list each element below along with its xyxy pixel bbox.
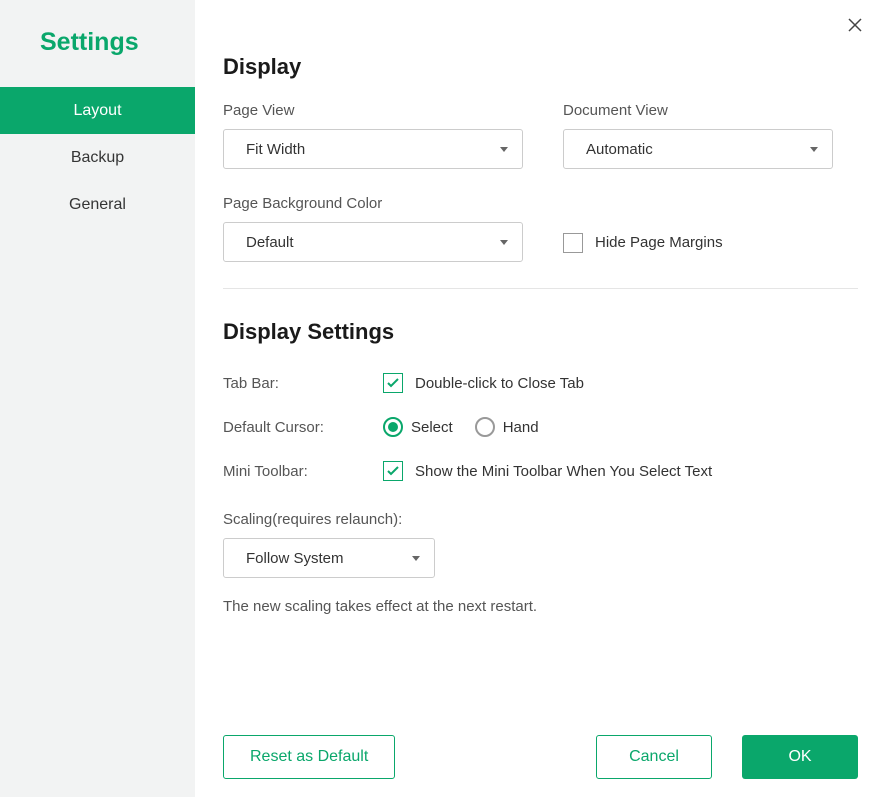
page-view-value: Fit Width: [246, 141, 305, 158]
divider: [223, 288, 858, 289]
sidebar-title: Settings: [0, 0, 195, 87]
sidebar-item-backup[interactable]: Backup: [0, 134, 195, 181]
sidebar-item-layout[interactable]: Layout: [0, 87, 195, 134]
scaling-label: Scaling(requires relaunch):: [223, 511, 858, 528]
chevron-down-icon: [500, 147, 508, 152]
mini-toolbar-label: Mini Toolbar:: [223, 463, 383, 480]
cancel-button[interactable]: Cancel: [596, 735, 712, 779]
chevron-down-icon: [500, 240, 508, 245]
sidebar-item-general[interactable]: General: [0, 181, 195, 228]
display-settings-heading: Display Settings: [223, 319, 858, 345]
scaling-select[interactable]: Follow System: [223, 538, 435, 578]
sidebar: Settings Layout Backup General: [0, 0, 195, 797]
chevron-down-icon: [412, 556, 420, 561]
reset-button[interactable]: Reset as Default: [223, 735, 395, 779]
chevron-down-icon: [810, 147, 818, 152]
document-view-label: Document View: [563, 102, 833, 119]
display-heading: Display: [223, 54, 858, 80]
ok-button[interactable]: OK: [742, 735, 858, 779]
hide-margins-label: Hide Page Margins: [595, 234, 723, 251]
cursor-select-radio[interactable]: [383, 417, 403, 437]
page-view-select[interactable]: Fit Width: [223, 129, 523, 169]
mini-toolbar-option: Show the Mini Toolbar When You Select Te…: [415, 463, 712, 480]
document-view-select[interactable]: Automatic: [563, 129, 833, 169]
bg-color-label: Page Background Color: [223, 195, 523, 212]
cursor-hand-label: Hand: [503, 419, 539, 436]
hide-margins-checkbox[interactable]: [563, 233, 583, 253]
default-cursor-label: Default Cursor:: [223, 419, 383, 436]
bg-color-value: Default: [246, 234, 294, 251]
main-panel: Display Page View Fit Width Document Vie…: [195, 0, 886, 797]
mini-toolbar-checkbox[interactable]: [383, 461, 403, 481]
tab-bar-option: Double-click to Close Tab: [415, 375, 584, 392]
cursor-hand-radio[interactable]: [475, 417, 495, 437]
bg-color-select[interactable]: Default: [223, 222, 523, 262]
close-icon[interactable]: [848, 18, 862, 37]
document-view-value: Automatic: [586, 141, 653, 158]
cursor-select-label: Select: [411, 419, 453, 436]
page-view-label: Page View: [223, 102, 523, 119]
tab-bar-checkbox[interactable]: [383, 373, 403, 393]
tab-bar-label: Tab Bar:: [223, 375, 383, 392]
scaling-value: Follow System: [246, 550, 344, 567]
scaling-note: The new scaling takes effect at the next…: [223, 598, 858, 615]
